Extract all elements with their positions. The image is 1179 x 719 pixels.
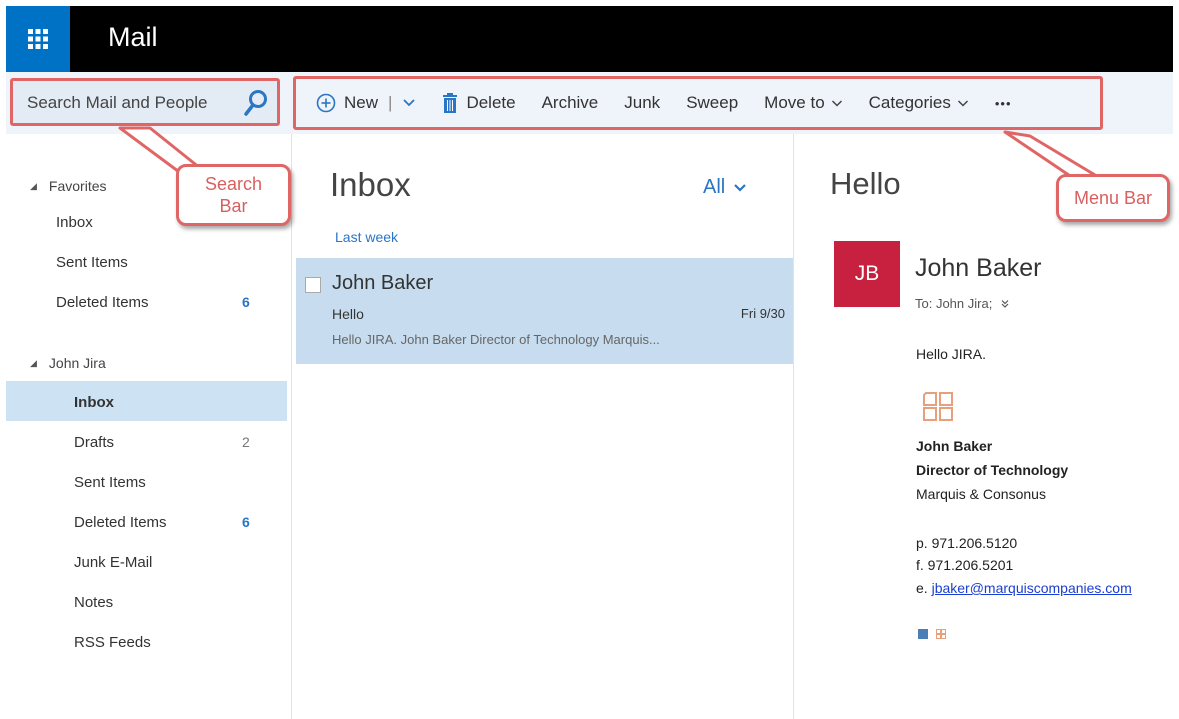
collapse-triangle-icon: ◢ — [30, 357, 37, 368]
sender-avatar: JB — [834, 241, 900, 307]
unread-count-badge: 6 — [242, 514, 250, 530]
expand-recipients-chevron-icon[interactable] — [1000, 299, 1010, 309]
new-dropdown-chevron-down-icon[interactable] — [402, 93, 416, 113]
folder-item-junk-email[interactable]: Junk E-Mail — [74, 554, 152, 571]
signature-fax: f. 971.206.5201 — [916, 557, 1014, 573]
message-preview: Hello JIRA. John Baker Director of Techn… — [332, 332, 660, 347]
message-date: Fri 9/30 — [740, 306, 785, 321]
sweep-button[interactable]: Sweep — [686, 93, 738, 113]
reading-pane-sender[interactable]: John Baker — [915, 254, 1041, 283]
account-group-toggle[interactable]: ◢ John Jira — [30, 355, 106, 371]
unread-count-badge: 6 — [242, 294, 250, 310]
delete-button[interactable]: Delete — [442, 93, 516, 113]
app-title: Mail — [108, 22, 158, 52]
search-button[interactable] — [243, 89, 269, 117]
message-item[interactable]: John Baker Hello Fri 9/30 Hello JIRA. Jo… — [296, 258, 793, 364]
folder-item-rss-feeds[interactable]: RSS Feeds — [74, 634, 151, 651]
menu-bar: New | Delete Archive Junk Sweep Move to … — [293, 76, 1103, 130]
account-label: John Jira — [48, 355, 106, 371]
message-subject: Hello — [332, 306, 364, 322]
favorites-group-toggle[interactable]: ◢ Favorites — [30, 178, 107, 194]
recipients-line: To: John Jira; — [915, 296, 1010, 311]
categories-button[interactable]: Categories — [869, 93, 969, 113]
more-options-button[interactable]: ••• — [995, 96, 1012, 111]
linkedin-icon[interactable] — [918, 629, 928, 639]
folder-item-sent-items[interactable]: Sent Items — [74, 474, 146, 491]
filter-dropdown[interactable]: All — [703, 176, 747, 199]
search-bar — [10, 78, 280, 126]
date-group-label: Last week — [335, 229, 399, 245]
new-label: New — [344, 93, 379, 112]
ellipsis-icon: ••• — [994, 95, 1012, 111]
callout-line-1: Search — [204, 174, 263, 194]
folder-pane-divider — [291, 134, 292, 719]
favorites-item-sent-items[interactable]: Sent Items — [56, 254, 128, 271]
folder-item-drafts[interactable]: Drafts — [74, 434, 114, 451]
junk-button[interactable]: Junk — [624, 93, 660, 113]
chevron-down-icon — [831, 99, 843, 108]
chevron-down-icon — [733, 183, 747, 193]
waffle-icon — [28, 29, 48, 49]
collapse-triangle-icon: ◢ — [30, 180, 37, 191]
filter-label: All — [703, 176, 726, 198]
folder-item-deleted-items[interactable]: Deleted Items — [74, 514, 167, 531]
favorites-label: Favorites — [48, 178, 107, 194]
social-links — [918, 629, 946, 639]
message-select-checkbox[interactable] — [305, 277, 321, 293]
chevron-down-icon — [957, 99, 969, 108]
company-logo-icon — [922, 390, 956, 427]
menu-bar-callout: Menu Bar — [1056, 174, 1170, 222]
signature-email-prefix: e. — [916, 580, 932, 596]
recipients-text: To: John Jira; — [915, 296, 993, 311]
move-to-button[interactable]: Move to — [764, 93, 842, 113]
plus-circle-icon — [316, 93, 336, 113]
search-input[interactable] — [27, 91, 237, 115]
top-bar: Mail — [6, 6, 1173, 72]
signature-title: Director of Technology — [916, 462, 1069, 478]
new-button[interactable]: New | — [316, 93, 416, 113]
selected-folder-highlight — [6, 381, 287, 421]
company-logo-small-icon[interactable] — [936, 629, 946, 639]
favorites-item-deleted-items[interactable]: Deleted Items — [56, 294, 149, 311]
categories-label: Categories — [868, 93, 951, 112]
folder-item-inbox[interactable]: Inbox — [74, 394, 114, 411]
move-to-label: Move to — [764, 93, 825, 112]
folder-item-notes[interactable]: Notes — [74, 594, 113, 611]
search-icon — [244, 90, 267, 116]
signature-name: John Baker — [916, 438, 993, 454]
message-sender: John Baker — [332, 272, 434, 294]
delete-label: Delete — [466, 93, 516, 112]
archive-button[interactable]: Archive — [542, 93, 599, 113]
new-separator: | — [388, 93, 393, 112]
search-bar-callout: Search Bar — [176, 164, 291, 226]
reading-pane-divider — [793, 134, 794, 719]
signature-company: Marquis & Consonus — [916, 486, 1046, 502]
trash-icon — [442, 93, 458, 113]
callout-line-2: Bar — [219, 196, 248, 216]
app-launcher-button[interactable] — [6, 6, 70, 72]
signature-email-link[interactable]: jbaker@marquiscompanies.com — [932, 580, 1132, 596]
signature-phone: p. 971.206.5120 — [916, 535, 1018, 551]
reading-pane-subject: Hello — [830, 166, 901, 201]
favorites-item-inbox[interactable]: Inbox — [56, 214, 93, 231]
signature-email-line: e. jbaker@marquiscompanies.com — [916, 580, 1132, 596]
draft-count-badge: 2 — [242, 434, 250, 450]
email-greeting: Hello JIRA. — [916, 346, 987, 362]
message-list-title: Inbox — [330, 166, 411, 203]
